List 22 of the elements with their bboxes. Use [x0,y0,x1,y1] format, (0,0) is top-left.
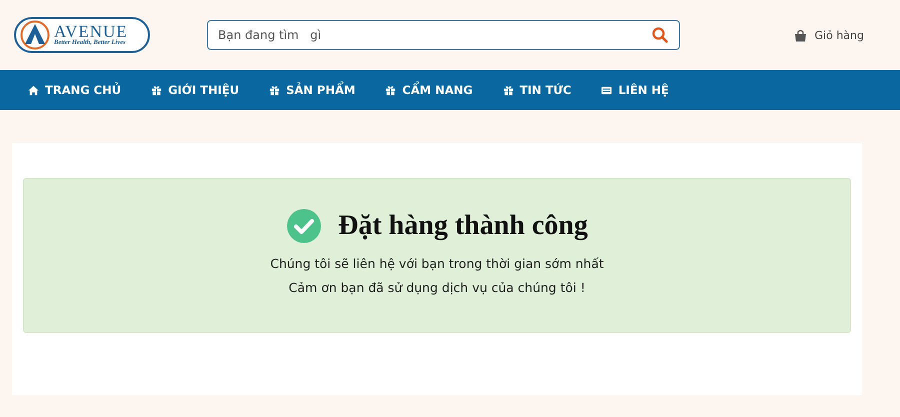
shopping-bag-icon[interactable] [794,28,807,42]
nav-link[interactable]: CẨM NANG [385,83,473,97]
home-icon [28,84,39,96]
mountain-logo-icon [20,20,50,50]
message-text: Chúng tôi sẽ liên hệ với bạn trong thời gian sớm nhất [270,256,604,271]
success-title: Đặt hàng thành công [338,210,588,242]
nav-link[interactable]: LIÊN HỆ [601,83,669,97]
gift-icon [502,84,514,96]
logo-name: AVENUE [54,23,128,40]
nav-link[interactable]: GIỚI THIỆU [151,83,240,97]
nav-link[interactable]: TRANG CHỦ [28,83,122,97]
message-text: Cảm ơn bạn đã sử dụng dịch vụ của chúng tôi ! [288,280,586,295]
gift-icon [269,84,280,96]
cart-link[interactable]: Giỏ hàng [814,28,864,42]
search-icon[interactable] [652,27,668,43]
gift-icon [151,84,162,96]
nav-link[interactable]: TIN TỨC [502,83,572,97]
nav-link[interactable]: SẢN PHẨM [269,83,356,97]
gift-icon [385,84,396,96]
check-circle-icon [286,208,322,244]
search-field[interactable]: Bạn đang tìm gì [207,20,680,50]
card-icon [601,84,612,96]
